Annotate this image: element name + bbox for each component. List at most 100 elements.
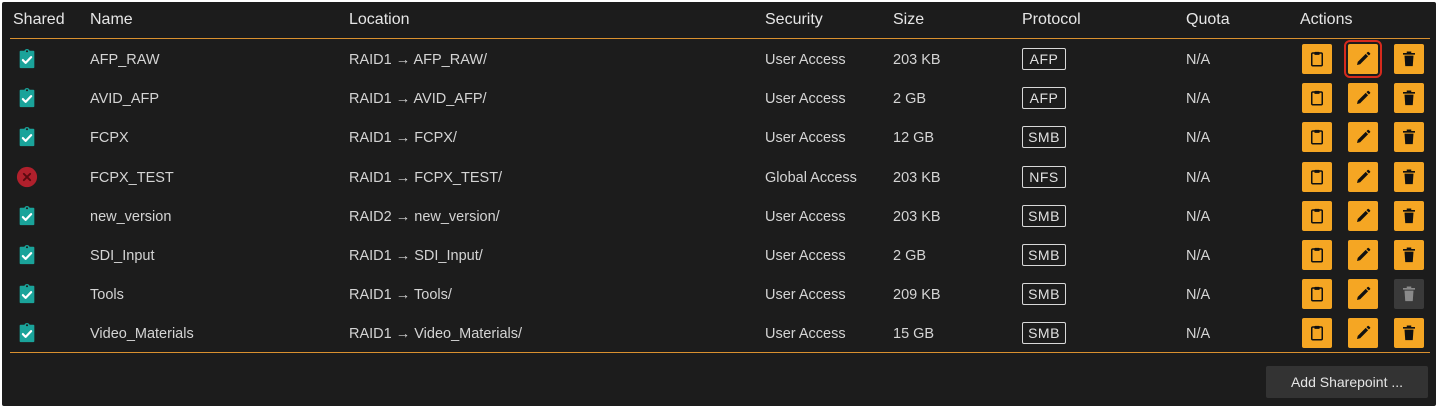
sharepoint-name: AVID_AFP <box>90 91 160 108</box>
edit-button[interactable] <box>1348 200 1378 231</box>
sharepoint-name: AFP_RAW <box>90 52 160 68</box>
edit-button[interactable] <box>1348 318 1378 349</box>
clipboard-icon <box>1308 246 1326 264</box>
sharepoint-location: RAID1 → SDI_Input/ <box>349 248 483 264</box>
protocol-badge: NFS <box>1022 165 1066 188</box>
clipboard-icon <box>1308 324 1326 342</box>
table-row[interactable]: Video_Materials RAID1 → Video_Materials/U… <box>2 314 1436 353</box>
clipboard-icon <box>1308 207 1326 225</box>
table-row[interactable]: AFP_RAW RAID1 → AFP_RAW/User Access 203 KB… <box>2 40 1436 79</box>
clipboard-button[interactable] <box>1302 318 1332 349</box>
delete-button[interactable] <box>1394 44 1424 74</box>
sharepoint-size: 203 KB <box>893 52 941 68</box>
sharepoint-name: Video_Materials <box>90 326 194 343</box>
sharepoint-name: FCPX_TEST <box>90 169 174 186</box>
sharepoint-quota: N/A <box>1186 287 1211 304</box>
header-divider <box>10 38 1430 39</box>
sharepoint-location: RAID1 → Video_Materials/ <box>349 326 523 343</box>
trash-icon <box>1400 128 1418 146</box>
clipboard-button[interactable] <box>1302 200 1332 231</box>
clipboard-button[interactable] <box>1302 83 1332 114</box>
pencil-icon <box>1354 207 1372 225</box>
sharepoint-location: RAID1 → FCPX/ <box>349 130 457 147</box>
footer-divider <box>10 352 1430 353</box>
sharepoint-quota: N/A <box>1186 208 1211 225</box>
trash-icon <box>1400 246 1418 264</box>
protocol-badge: SMB <box>1022 204 1066 227</box>
table-row[interactable]: FCPX_TEST RAID1 → FCPX_TEST/Global Access… <box>2 158 1436 197</box>
pencil-icon <box>1354 128 1372 146</box>
trash-icon <box>1400 207 1418 225</box>
sharepoint-size: 203 KB <box>893 208 941 225</box>
delete-button[interactable] <box>1394 83 1424 114</box>
delete-button <box>1394 279 1424 310</box>
edit-button[interactable] <box>1348 161 1378 192</box>
column-header-shared[interactable]: Shared <box>13 11 65 29</box>
clipboard-check-icon <box>16 87 38 109</box>
trash-icon <box>1400 324 1418 342</box>
column-header-protocol[interactable]: Protocol <box>1022 11 1081 29</box>
sharepoint-security: User Access <box>765 52 846 68</box>
trash-icon <box>1400 89 1418 107</box>
delete-button[interactable] <box>1394 122 1424 153</box>
edit-button[interactable] <box>1348 279 1378 310</box>
sharepoint-location: RAID2 → new_version/ <box>349 208 500 225</box>
sharepoint-security: User Access <box>765 326 846 343</box>
protocol-badge: SMB <box>1022 126 1066 149</box>
add-sharepoint-button[interactable]: Add Sharepoint ... <box>1266 366 1428 398</box>
table-row[interactable]: new_version RAID2 → new_version/User Acce… <box>2 197 1436 236</box>
table-row[interactable]: AVID_AFP RAID1 → AVID_AFP/User Access 2 GB… <box>2 79 1436 118</box>
sharepoint-quota: N/A <box>1186 52 1211 68</box>
trash-icon <box>1400 285 1418 303</box>
clipboard-button[interactable] <box>1302 279 1332 310</box>
delete-button[interactable] <box>1394 200 1424 231</box>
table-row[interactable]: SDI_Input RAID1 → SDI_Input/User Access 2 … <box>2 236 1436 275</box>
protocol-badge: AFP <box>1022 87 1066 110</box>
sharepoint-size: 12 GB <box>893 130 935 147</box>
column-header-security[interactable]: Security <box>765 11 823 29</box>
sharepoints-panel: Shared Name Location Security Size Proto… <box>2 2 1436 406</box>
circle-x-icon <box>16 166 38 188</box>
sharepoint-quota: N/A <box>1186 130 1211 147</box>
clipboard-icon <box>1308 285 1326 303</box>
delete-button[interactable] <box>1394 318 1424 349</box>
sharepoint-name: FCPX <box>90 130 129 147</box>
clipboard-button[interactable] <box>1302 240 1332 270</box>
sharepoint-size: 209 KB <box>893 287 941 304</box>
protocol-badge: AFP <box>1022 48 1066 70</box>
edit-button[interactable] <box>1348 122 1378 153</box>
edit-button[interactable] <box>1344 40 1382 78</box>
column-header-actions: Actions <box>1300 11 1353 28</box>
sharepoint-security: User Access <box>765 130 846 147</box>
clipboard-button[interactable] <box>1302 161 1332 192</box>
table-row[interactable]: Tools RAID1 → Tools/User Access 209 KB N/A S… <box>2 275 1436 314</box>
edit-button[interactable] <box>1348 240 1378 270</box>
clipboard-icon <box>1308 50 1326 68</box>
column-header-quota[interactable]: Quota <box>1186 11 1230 29</box>
clipboard-button[interactable] <box>1302 122 1332 153</box>
protocol-badge: SMB <box>1022 322 1066 345</box>
sharepoint-size: 203 KB <box>893 169 941 186</box>
sharepoint-quota: N/A <box>1186 326 1211 343</box>
protocol-badge: SMB <box>1022 244 1066 266</box>
trash-icon <box>1400 168 1418 186</box>
edit-button[interactable] <box>1348 83 1378 114</box>
pencil-icon <box>1354 324 1372 342</box>
column-header-size[interactable]: Size <box>893 11 924 29</box>
sharepoint-location: RAID1 → AFP_RAW/ <box>349 52 488 68</box>
column-header-location[interactable]: Location <box>349 11 410 29</box>
sharepoint-quota: N/A <box>1186 91 1211 108</box>
table-row[interactable]: FCPX RAID1 → FCPX/User Access 12 GB N/A SMB <box>2 118 1436 157</box>
sharepoint-size: 2 GB <box>893 91 927 108</box>
clipboard-icon <box>1308 89 1326 107</box>
clipboard-check-icon <box>16 48 38 70</box>
delete-button[interactable] <box>1394 161 1424 192</box>
sharepoint-security: User Access <box>765 208 846 225</box>
sharepoint-security: Global Access <box>765 169 857 186</box>
pencil-icon <box>1354 89 1372 107</box>
column-header-name[interactable]: Name <box>90 11 133 29</box>
sharepoint-size: 2 GB <box>893 248 927 264</box>
sharepoint-size: 15 GB <box>893 326 935 343</box>
delete-button[interactable] <box>1394 240 1424 270</box>
clipboard-button[interactable] <box>1302 44 1332 74</box>
